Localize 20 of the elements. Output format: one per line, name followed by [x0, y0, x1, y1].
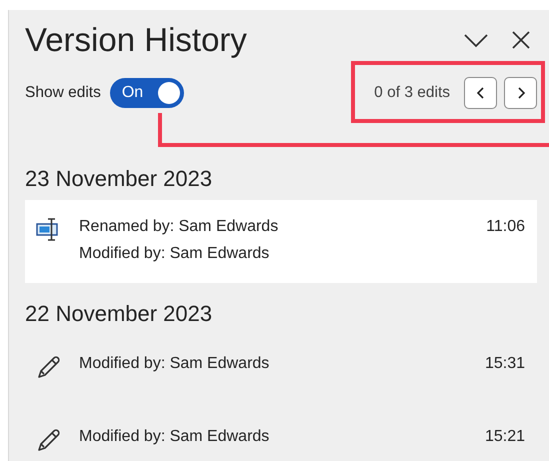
entry-time: 11:06	[486, 217, 525, 237]
date-heading: 23 November 2023	[25, 166, 214, 192]
show-edits-label: Show edits	[25, 84, 101, 102]
entry-time: 15:31	[484, 354, 525, 374]
chevron-right-icon	[516, 86, 526, 100]
entry-time: 15:21	[484, 427, 525, 447]
entry-text: Modified by: Sam Edwards	[79, 354, 270, 374]
entry-text: Modified by: Sam Edwards	[79, 427, 270, 447]
panel-title: Version History	[25, 21, 248, 59]
next-edit-button[interactable]	[504, 77, 537, 109]
version-entry[interactable]: Modified by: Sam Edwards 15:31	[25, 335, 537, 408]
show-edits-toggle[interactable]: On	[110, 78, 184, 108]
date-heading: 22 November 2023	[25, 301, 214, 327]
edit-count: 0 of 3 edits	[374, 84, 450, 102]
version-entry[interactable]: Modified by: Sam Edwards 15:21	[25, 408, 537, 461]
entry-text: Renamed by: Sam Edwards	[79, 217, 280, 237]
version-entry[interactable]: Renamed by: Sam Edwards Modified by: Sam Edwards 11:06	[25, 200, 537, 283]
chevron-left-icon	[476, 86, 486, 100]
previous-edit-button[interactable]	[464, 77, 497, 109]
entry-text: Modified by: Sam Edwards	[79, 244, 270, 264]
